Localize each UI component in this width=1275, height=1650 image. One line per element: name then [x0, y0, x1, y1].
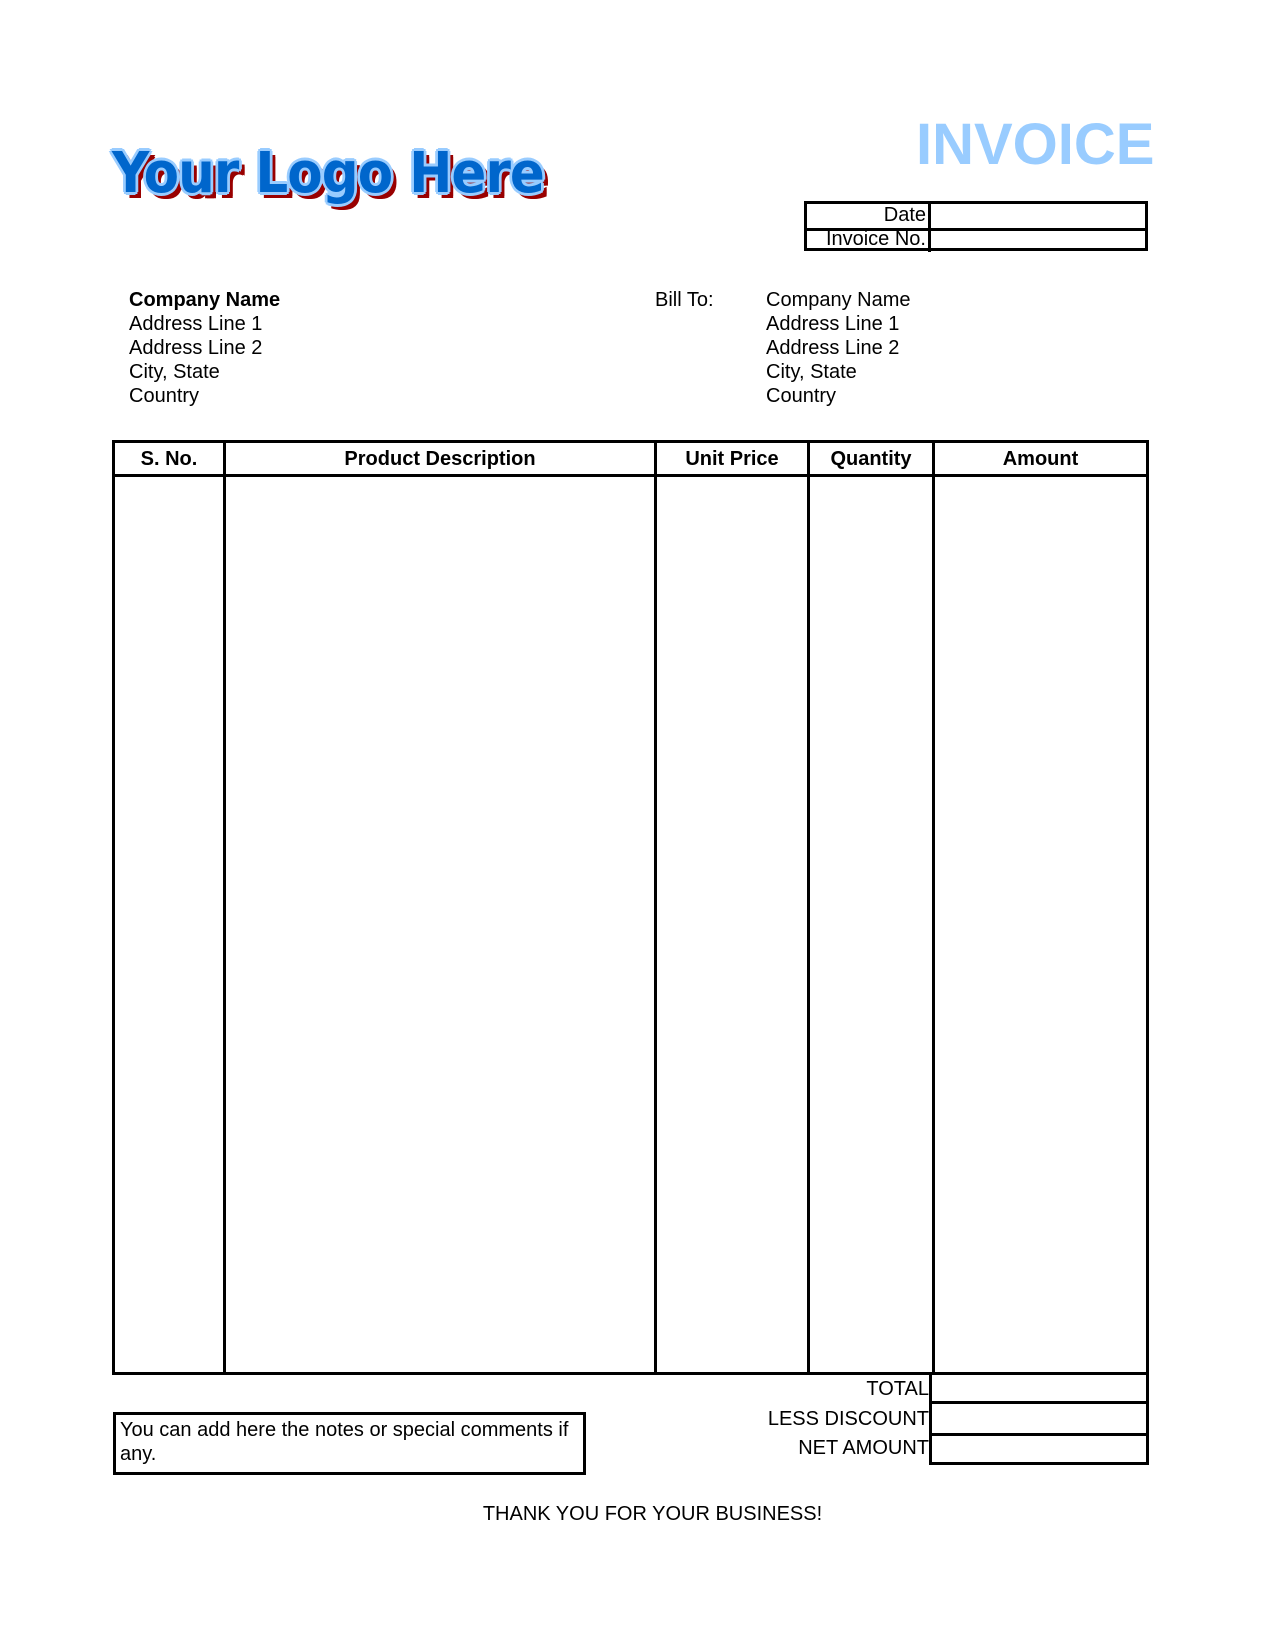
header-product-description: Product Description — [344, 448, 536, 470]
invoice-number-field[interactable] — [931, 228, 1145, 252]
column-unit-price — [654, 443, 810, 1372]
sender-address-line-2: Address Line 2 — [129, 337, 263, 359]
total-label: TOTAL — [866, 1378, 929, 1400]
less-discount-field[interactable] — [932, 1404, 1146, 1436]
less-discount-label: LESS DISCOUNT — [767, 1408, 929, 1430]
sender-company-name: Company Name — [129, 289, 281, 311]
sender-address-line-1: Address Line 1 — [129, 313, 263, 335]
recipient-company-name: Company Name — [766, 289, 911, 311]
header-unit-price: Unit Price — [685, 448, 779, 470]
company-logo: Your Logo Here — [112, 141, 545, 206]
invoice-number-label: Invoice No. — [807, 228, 931, 252]
recipient-address: Company Name Address Line 1 Address Line… — [766, 288, 911, 408]
column-serial-number — [115, 443, 226, 1372]
sender-city-state: City, State — [129, 361, 220, 383]
date-field[interactable] — [931, 204, 1145, 228]
notes-box[interactable]: You can add here the notes or special co… — [113, 1412, 586, 1475]
recipient-address-line-2: Address Line 2 — [766, 337, 900, 359]
thank-you-message: THANK YOU FOR YOUR BUSINESS! — [482, 1503, 823, 1525]
header-serial-number: S. No. — [140, 448, 198, 470]
date-row: Date — [807, 204, 1145, 231]
net-amount-field[interactable] — [932, 1433, 1146, 1462]
total-field[interactable] — [932, 1372, 1146, 1404]
invoice-meta-box: Date Invoice No. — [804, 201, 1148, 252]
date-label: Date — [807, 204, 931, 228]
totals-box — [929, 1372, 1149, 1465]
bill-to-label: Bill To: — [655, 289, 714, 311]
net-amount-label: NET AMOUNT — [798, 1437, 929, 1459]
invoice-title: INVOICE — [916, 112, 1155, 177]
column-quantity — [807, 443, 935, 1372]
line-items-table: S. No. Product Description Unit Price Qu… — [112, 440, 1149, 1375]
header-quantity: Quantity — [830, 448, 912, 470]
recipient-city-state: City, State — [766, 361, 857, 383]
column-product-description — [223, 443, 657, 1372]
sender-address: Company Name Address Line 1 Address Line… — [129, 288, 280, 408]
recipient-country: Country — [766, 385, 837, 407]
sender-country: Country — [129, 385, 200, 407]
header-amount: Amount — [1002, 448, 1079, 470]
invoice-number-row: Invoice No. — [807, 228, 1145, 252]
recipient-address-line-1: Address Line 1 — [766, 313, 900, 335]
